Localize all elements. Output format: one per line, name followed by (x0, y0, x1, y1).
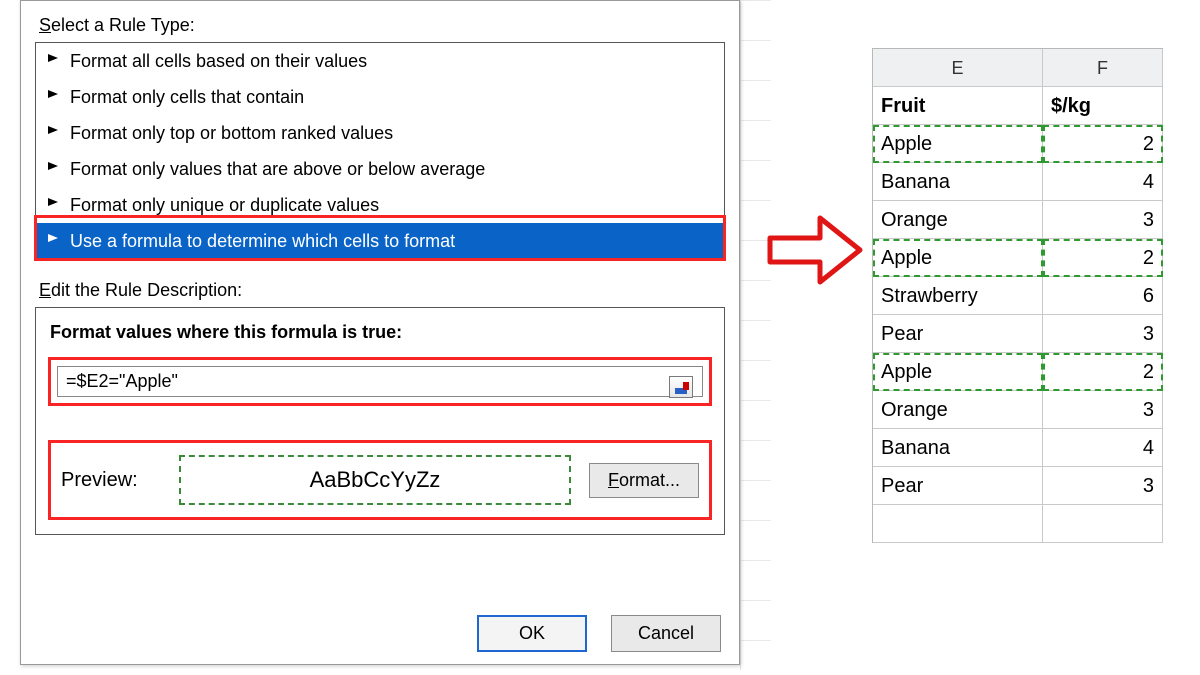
table-row: Orange3 (873, 201, 1163, 239)
dialog-button-row: OK Cancel (477, 615, 721, 652)
cell[interactable]: Pear (873, 467, 1043, 505)
rule-type-option[interactable]: Format only values that are above or bel… (36, 151, 724, 187)
table-row: Apple2 (873, 353, 1163, 391)
ok-button[interactable]: OK (477, 615, 587, 652)
rule-type-option[interactable]: Format all cells based on their values (36, 43, 724, 79)
cell[interactable]: 4 (1043, 163, 1163, 201)
select-rule-type-label: Select a Rule Type: (39, 15, 727, 36)
cell[interactable]: Apple (873, 239, 1043, 277)
table-row: Orange3 (873, 391, 1163, 429)
annotation-highlight (48, 357, 712, 406)
cell[interactable] (1043, 505, 1163, 543)
empty-row (873, 505, 1163, 543)
column-header[interactable]: E (873, 49, 1043, 87)
cell[interactable]: 2 (1043, 239, 1163, 277)
cell[interactable] (873, 505, 1043, 543)
rule-type-option[interactable]: Format only cells that contain (36, 79, 724, 115)
preview-swatch: AaBbCcYyZz (179, 455, 571, 505)
column-header-row: E F (873, 49, 1163, 87)
cell[interactable]: Fruit (873, 87, 1043, 125)
format-button[interactable]: Format... (589, 463, 699, 498)
table-row: Apple2 (873, 125, 1163, 163)
cell[interactable]: Banana (873, 163, 1043, 201)
rule-type-option[interactable]: Format only unique or duplicate values (36, 187, 724, 223)
edit-rule-description-label: Edit the Rule Description: (39, 280, 727, 301)
rule-type-option[interactable]: Format only top or bottom ranked values (36, 115, 724, 151)
cell[interactable]: 3 (1043, 315, 1163, 353)
format-values-heading: Format values where this formula is true… (50, 322, 712, 343)
rule-description-panel: Format values where this formula is true… (35, 307, 725, 535)
cell[interactable]: 6 (1043, 277, 1163, 315)
cell[interactable]: Strawberry (873, 277, 1043, 315)
preview-label: Preview: (61, 469, 161, 492)
annotation-highlight: Preview: AaBbCcYyZz Format... (48, 440, 712, 520)
cell[interactable]: Orange (873, 201, 1043, 239)
rule-type-list[interactable]: Format all cells based on their values F… (35, 42, 725, 260)
cell[interactable]: 4 (1043, 429, 1163, 467)
cell[interactable]: Apple (873, 353, 1043, 391)
spreadsheet-preview: E F Fruit $/kg Apple2Banana4Orange3Apple… (872, 48, 1163, 543)
cell[interactable]: 3 (1043, 391, 1163, 429)
column-header[interactable]: F (1043, 49, 1163, 87)
cell[interactable]: Orange (873, 391, 1043, 429)
arrow-icon (765, 210, 865, 290)
cell[interactable]: Banana (873, 429, 1043, 467)
rule-type-option-selected[interactable]: Use a formula to determine which cells t… (36, 223, 724, 259)
cell[interactable]: 3 (1043, 467, 1163, 505)
conditional-formatting-dialog: Select a Rule Type: Format all cells bas… (20, 0, 740, 665)
table-row: Apple2 (873, 239, 1163, 277)
cell[interactable]: 3 (1043, 201, 1163, 239)
cell[interactable]: 2 (1043, 353, 1163, 391)
table-row: Banana4 (873, 163, 1163, 201)
range-selector-button[interactable] (669, 376, 693, 398)
cell[interactable]: Apple (873, 125, 1043, 163)
table-row: Banana4 (873, 429, 1163, 467)
cell[interactable]: $/kg (1043, 87, 1163, 125)
cell[interactable]: Pear (873, 315, 1043, 353)
formula-input[interactable] (57, 366, 703, 397)
cancel-button[interactable]: Cancel (611, 615, 721, 652)
cell[interactable]: 2 (1043, 125, 1163, 163)
table-row: Pear3 (873, 315, 1163, 353)
background-gridlines (740, 0, 771, 670)
table-row: Pear3 (873, 467, 1163, 505)
table-row: Strawberry6 (873, 277, 1163, 315)
header-row: Fruit $/kg (873, 87, 1163, 125)
